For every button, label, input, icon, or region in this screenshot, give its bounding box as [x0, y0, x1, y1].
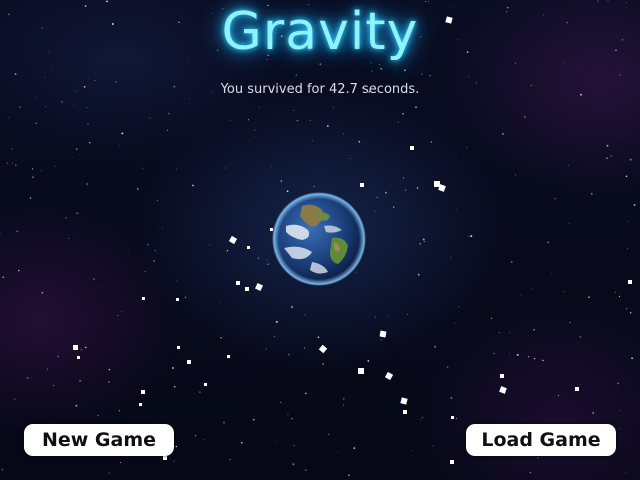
debris-piece	[318, 344, 328, 354]
debris-piece	[247, 246, 250, 249]
debris-piece	[410, 146, 414, 150]
debris-piece	[77, 356, 80, 359]
game-screen: Gravity You survived for 42.7 seconds. N…	[0, 0, 640, 480]
earth-icon	[272, 192, 366, 286]
debris-piece	[445, 16, 453, 24]
debris-piece	[450, 460, 454, 464]
load-game-button[interactable]: Load Game	[466, 424, 616, 456]
debris-piece	[177, 346, 180, 349]
debris-piece	[384, 371, 394, 381]
debris-piece	[227, 355, 230, 358]
debris-piece	[499, 386, 507, 394]
debris-piece	[142, 297, 145, 300]
debris-piece	[358, 368, 364, 374]
debris-piece	[139, 403, 142, 406]
debris-piece	[187, 360, 191, 364]
debris-piece	[204, 383, 207, 386]
debris-piece	[176, 298, 179, 301]
debris-piece	[379, 330, 387, 338]
debris-piece	[434, 181, 440, 187]
debris-piece	[451, 416, 454, 419]
debris-piece	[360, 183, 364, 187]
new-game-button[interactable]: New Game	[24, 424, 174, 456]
debris-piece	[255, 283, 263, 291]
debris-piece	[400, 397, 408, 405]
debris-piece	[628, 280, 632, 284]
debris-piece	[73, 345, 78, 350]
debris-piece	[245, 287, 249, 291]
debris-piece	[500, 374, 504, 378]
debris-piece	[575, 387, 579, 391]
debris-piece	[403, 410, 407, 414]
debris-piece	[141, 390, 145, 394]
debris-piece	[163, 456, 167, 460]
debris-piece	[228, 235, 238, 245]
debris-piece	[236, 281, 240, 285]
